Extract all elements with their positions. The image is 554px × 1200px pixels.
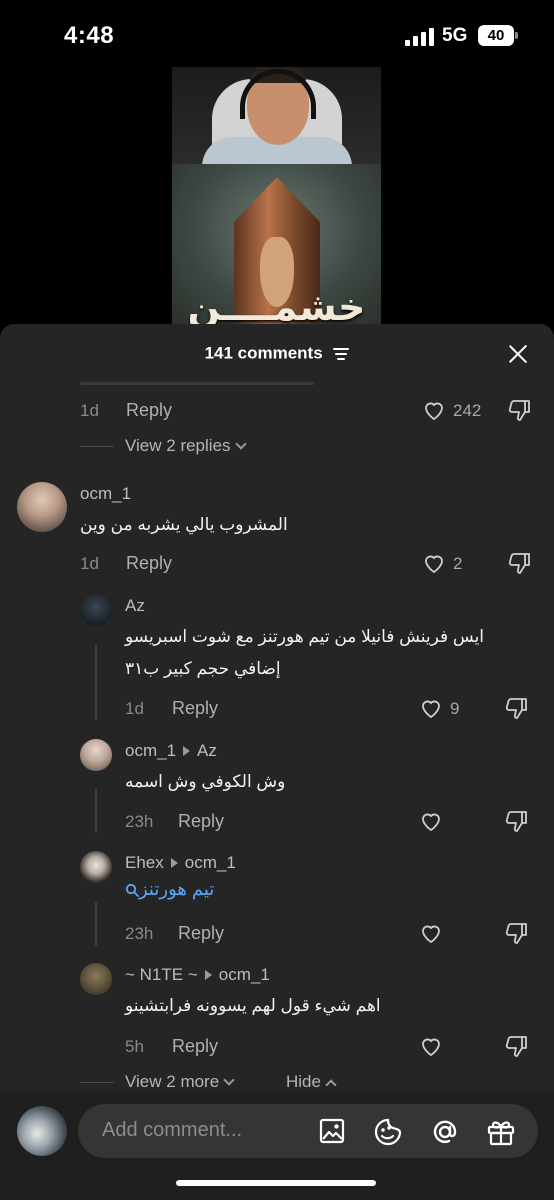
reply-header: Ehex ocm_1: [125, 853, 236, 873]
reply-text-line-2: إضافي حجم كبير ب٣١: [125, 659, 281, 678]
heart-icon[interactable]: [419, 1034, 443, 1058]
like-count: 2: [453, 554, 463, 573]
comment-input-placeholder: Add comment...: [102, 1119, 243, 1141]
view-more-label: View 2 more: [125, 1072, 220, 1091]
view-replies-label: View 2 replies: [125, 436, 231, 455]
chevron-up-icon: [325, 1079, 337, 1091]
status-time: 4:48: [64, 22, 115, 49]
like-count: 9: [450, 699, 460, 718]
comment-count-label: 141 comments: [204, 343, 323, 363]
reply-username[interactable]: ~ N1TE ~: [125, 965, 198, 984]
home-indicator: [176, 1180, 376, 1186]
reply-header: ocm_1 Az: [125, 741, 217, 761]
search-suggestion-text: تيم هورتنز: [139, 879, 215, 899]
close-icon[interactable]: [507, 343, 529, 365]
comment-input[interactable]: Add comment...: [78, 1104, 538, 1158]
avatar[interactable]: [80, 739, 112, 771]
network-label: 5G: [442, 25, 468, 46]
filter-icon[interactable]: [333, 347, 350, 360]
user-avatar[interactable]: [17, 1106, 67, 1156]
search-suggestion-link[interactable]: تيم هورتنز: [125, 879, 214, 909]
heart-icon[interactable]: [419, 809, 443, 833]
sheet-header: 141 comments: [0, 324, 554, 382]
signal-icon: [405, 28, 435, 46]
hide-label: Hide: [286, 1072, 321, 1091]
status-bar: 4:48 5G 40: [0, 0, 554, 70]
reply-button[interactable]: Reply: [126, 553, 172, 574]
reply-button[interactable]: Reply: [178, 811, 224, 832]
chevron-down-icon: [223, 1074, 235, 1086]
reply-text: وش الكوفي وش اسمه: [125, 772, 286, 791]
battery-icon: 40: [478, 25, 518, 46]
comment-composer: Add comment...: [0, 1093, 554, 1200]
reply-username[interactable]: ocm_1: [125, 741, 176, 760]
hide-replies-button[interactable]: Hide: [286, 1072, 337, 1092]
comment-username[interactable]: ocm_1: [80, 484, 131, 504]
reply-header: ~ N1TE ~ ocm_1: [125, 965, 270, 985]
heart-icon[interactable]: [419, 921, 443, 945]
comment-age: 1d: [80, 554, 99, 573]
reply-age: 5h: [125, 1037, 144, 1056]
comment-count[interactable]: 141 comments: [0, 343, 554, 364]
dislike-icon[interactable]: [507, 551, 533, 575]
chevron-down-icon: [234, 438, 247, 450]
reply-username[interactable]: Az: [125, 596, 145, 616]
heart-icon[interactable]: [422, 551, 446, 575]
reply-button[interactable]: Reply: [172, 1036, 218, 1057]
reply-age: 23h: [125, 812, 154, 831]
reply-to-username[interactable]: Az: [197, 741, 217, 760]
video-title-text: خشمــــن: [187, 287, 366, 327]
comment-age: 1d: [80, 401, 99, 420]
dislike-icon[interactable]: [504, 1034, 530, 1058]
comment-text: المشروب يالي يشربه من وين: [80, 515, 288, 534]
search-icon: [125, 883, 139, 897]
reply-text: اهم شيء قول لهم يسوونه فرابتشينو: [125, 996, 381, 1015]
heart-icon[interactable]: [422, 398, 446, 422]
like-count: 242: [453, 401, 482, 420]
reply-button[interactable]: Reply: [172, 698, 218, 719]
reply-username[interactable]: Ehex: [125, 853, 164, 872]
reply-button[interactable]: Reply: [178, 923, 224, 944]
reply-age: 23h: [125, 924, 154, 943]
mention-icon[interactable]: [430, 1117, 460, 1147]
avatar[interactable]: [80, 851, 112, 883]
reply-button[interactable]: Reply: [126, 400, 172, 421]
video-preview[interactable]: خشمــــن: [172, 67, 381, 327]
avatar[interactable]: [80, 594, 112, 626]
reply-text-line-1: ايس فرينش فانيلا من تيم هورتنز مع شوت اس…: [125, 627, 485, 646]
webcam-frame: [172, 67, 381, 169]
reply-to-username[interactable]: ocm_1: [185, 853, 236, 872]
previous-comment-edge: [80, 382, 314, 385]
view-replies-button[interactable]: View 2 replies: [125, 436, 247, 456]
dislike-icon[interactable]: [504, 809, 530, 833]
image-icon[interactable]: [318, 1117, 346, 1145]
reply-to-username[interactable]: ocm_1: [219, 965, 270, 984]
heart-icon[interactable]: [419, 696, 443, 720]
reply-to-arrow-icon: [183, 746, 191, 756]
sticker-icon[interactable]: [373, 1117, 403, 1147]
dislike-icon[interactable]: [504, 921, 530, 945]
dislike-icon[interactable]: [507, 398, 533, 422]
reply-to-arrow-icon: [204, 970, 212, 980]
avatar[interactable]: [80, 963, 112, 995]
view-more-button[interactable]: View 2 more: [125, 1072, 235, 1092]
comments-sheet: 141 comments 1d Reply 242 View 2 replies…: [0, 324, 554, 1200]
gift-icon[interactable]: [486, 1117, 516, 1147]
avatar[interactable]: [17, 482, 67, 532]
reply-age: 1d: [125, 699, 144, 718]
reply-to-arrow-icon: [170, 858, 178, 868]
dislike-icon[interactable]: [504, 696, 530, 720]
